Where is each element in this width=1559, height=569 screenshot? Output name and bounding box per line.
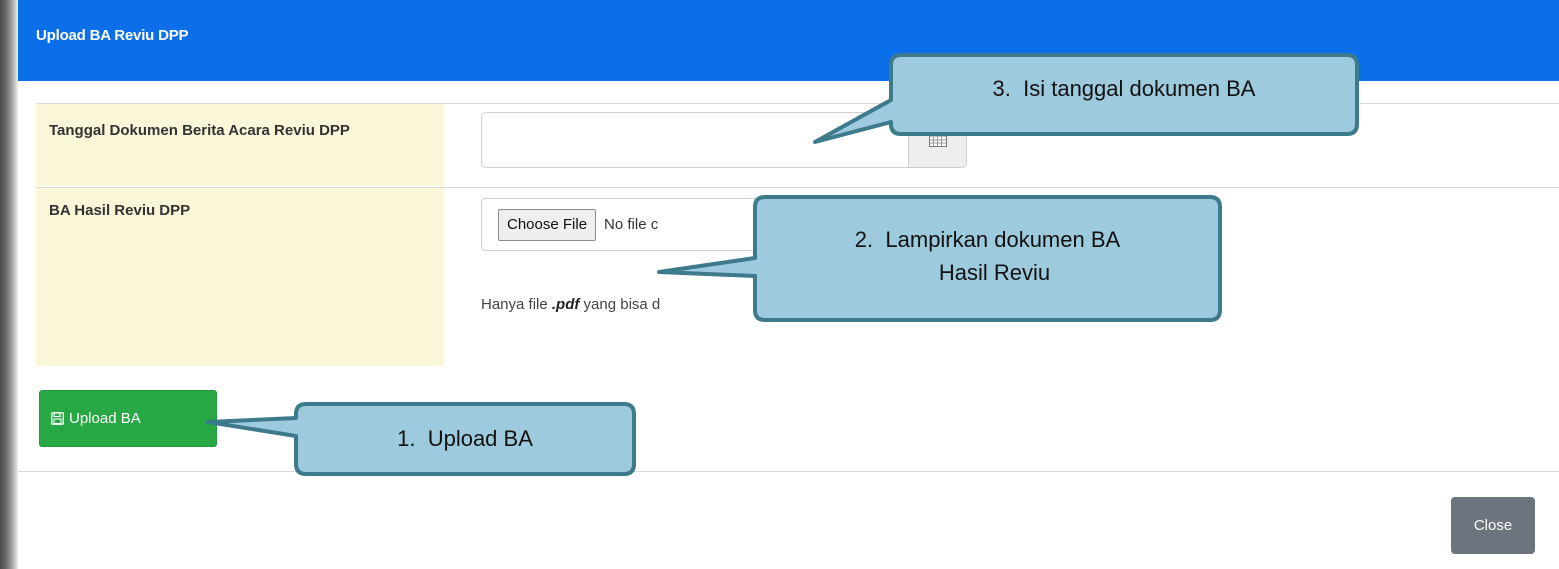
close-label: Close — [1473, 517, 1513, 534]
file-label-cell: BA Hasil Reviu DPP — [36, 188, 444, 366]
upload-ba-button[interactable]: Upload BA — [39, 390, 217, 447]
modal-header: Upload BA Reviu DPP — [18, 0, 1559, 81]
file-label: BA Hasil Reviu DPP — [49, 202, 191, 219]
footer-divider — [18, 471, 1559, 472]
callout-2-line2: Hasil Reviu — [938, 260, 1051, 285]
callout-2-line1: Lampirkan dokumen BA — [885, 227, 1121, 252]
help-prefix: Hanya file — [481, 296, 552, 313]
file-status: No file c — [604, 216, 659, 233]
modal-title: Upload BA Reviu DPP — [36, 27, 189, 44]
callout-2-number: 2. — [854, 227, 874, 252]
close-button[interactable]: Close — [1451, 497, 1535, 554]
callout-1-text: 1. Upload BA — [298, 422, 632, 455]
upload-ba-label: Upload BA — [69, 410, 141, 427]
file-help-text: Hanya file .pdf yang bisa d — [481, 296, 660, 313]
callout-1-number: 1. — [397, 426, 416, 451]
callout-3-number: 3. — [992, 76, 1011, 101]
callout-3-text: 3. Isi tanggal dokumen BA — [893, 72, 1355, 105]
help-suffix: yang bisa d — [579, 296, 661, 313]
window-edge — [0, 0, 18, 569]
callout-2-line1-wrap: 2. Lampirkan dokumen BA — [757, 223, 1218, 256]
date-label-cell: Tanggal Dokumen Berita Acara Reviu DPP — [36, 104, 444, 186]
screenshot-stage: Upload BA Reviu DPP Tanggal Dokumen Beri… — [0, 0, 1559, 569]
callout-1-label: Upload BA — [427, 426, 533, 451]
callout-2-text: 2. Lampirkan dokumen BA Hasil Reviu — [757, 223, 1218, 289]
save-icon — [51, 412, 64, 425]
callout-3-label: Isi tanggal dokumen BA — [1023, 76, 1256, 101]
choose-file-button[interactable]: Choose File — [498, 208, 597, 241]
calendar-button[interactable] — [908, 112, 967, 168]
date-label: Tanggal Dokumen Berita Acara Reviu DPP — [49, 122, 350, 139]
help-ext: .pdf — [551, 296, 580, 313]
date-input[interactable] — [481, 112, 909, 168]
file-input[interactable]: Choose File No file c — [481, 198, 771, 251]
calendar-icon — [928, 133, 947, 147]
